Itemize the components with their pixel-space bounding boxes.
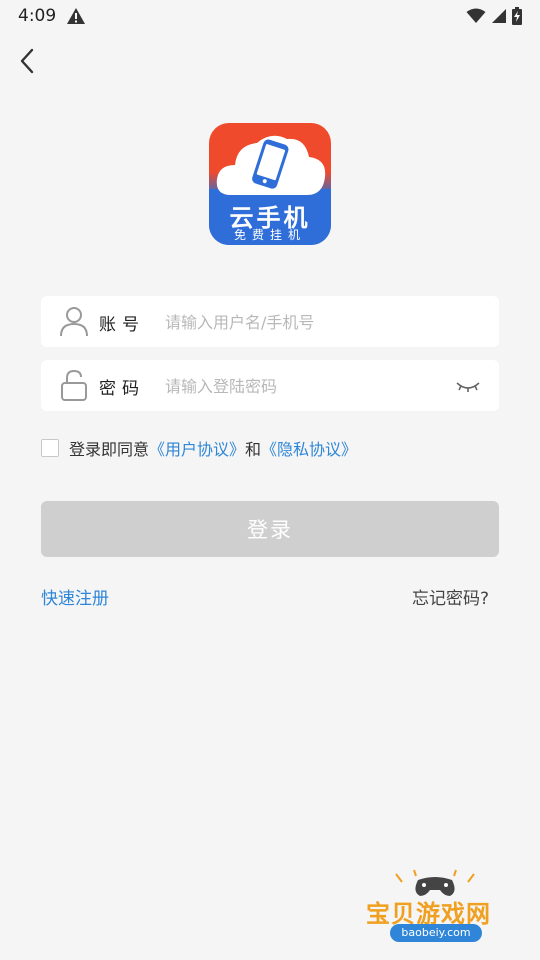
agreement-prefix: 登录即同意	[69, 440, 150, 459]
lock-icon	[61, 369, 87, 401]
eye-closed-icon[interactable]	[455, 375, 481, 397]
forgot-password-link[interactable]: 忘记密码?	[412, 584, 489, 609]
agreement-checkbox[interactable]	[41, 439, 59, 457]
signal-icon	[492, 9, 506, 23]
account-field[interactable]: 账号	[41, 296, 499, 347]
user-icon	[60, 307, 88, 337]
user-agreement-link[interactable]: 《用户协议》	[149, 436, 245, 460]
logo-subtitle: 免费挂机	[233, 228, 306, 242]
cloud-phone-icon	[216, 135, 326, 195]
login-button[interactable]: 登录	[41, 501, 499, 557]
password-field[interactable]: 密码	[41, 360, 499, 411]
register-link[interactable]: 快速注册	[41, 584, 109, 609]
status-icons	[466, 7, 522, 25]
privacy-policy-link[interactable]: 《隐私协议》	[261, 436, 357, 460]
password-input[interactable]	[163, 368, 457, 404]
watermark: 宝贝游戏网 baobeiy.com	[360, 868, 510, 954]
account-input[interactable]	[163, 304, 457, 340]
account-label: 账号	[99, 315, 145, 335]
status-time: 4:09	[18, 6, 57, 26]
back-button[interactable]	[12, 45, 42, 77]
chevron-left-icon	[20, 48, 34, 74]
password-label: 密码	[99, 379, 145, 399]
app-logo: 云手机 免费挂机	[209, 123, 331, 245]
agreement-row: 登录即同意 《用户协议》 和 《隐私协议》	[41, 436, 357, 460]
agreement-and: 和	[245, 440, 262, 459]
status-bar: 4:09	[0, 0, 540, 34]
wifi-icon	[466, 8, 486, 23]
battery-charging-icon	[512, 7, 522, 25]
warning-icon	[67, 8, 85, 24]
watermark-url: baobeiy.com	[390, 924, 482, 942]
